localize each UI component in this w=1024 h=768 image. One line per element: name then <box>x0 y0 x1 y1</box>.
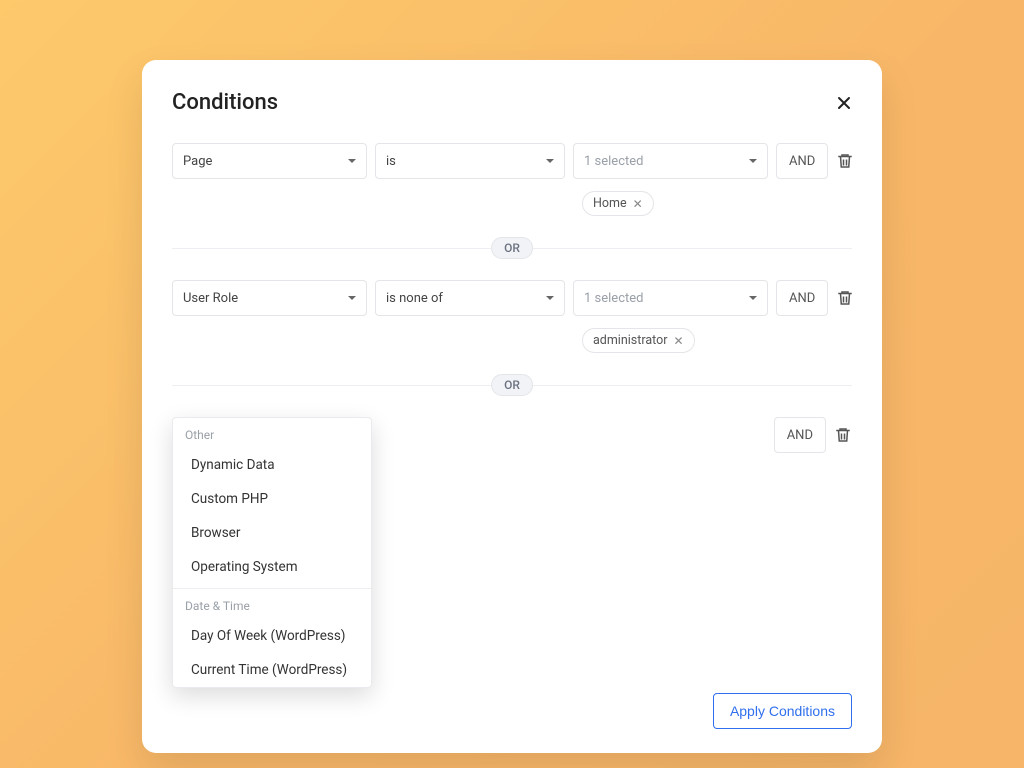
dropdown-item-operating-system[interactable]: Operating System <box>173 550 371 584</box>
field-select-value: User Role <box>183 291 238 306</box>
dropdown-scroll[interactable]: Other Dynamic Data Custom PHP Browser Op… <box>173 418 371 687</box>
field-select[interactable]: Page <box>172 143 367 179</box>
or-divider: OR <box>172 234 852 262</box>
dropdown-group-label: Other <box>173 418 371 448</box>
selected-chips: Home ✕ <box>582 191 852 216</box>
caret-down-icon <box>749 296 757 300</box>
dropdown-item-custom-php[interactable]: Custom PHP <box>173 482 371 516</box>
chip-remove-icon[interactable]: ✕ <box>633 198 643 210</box>
and-button-label: AND <box>787 428 813 443</box>
caret-down-icon <box>546 159 554 163</box>
caret-down-icon <box>348 159 356 163</box>
and-button[interactable]: AND <box>776 280 828 316</box>
chip-home: Home ✕ <box>582 191 654 216</box>
condition-row-2: User Role is none of 1 selected AND <box>172 280 852 316</box>
field-select-value: Page <box>183 154 212 169</box>
caret-down-icon <box>348 296 356 300</box>
chip-admin: administrator ✕ <box>582 328 695 353</box>
dropdown-item-day-of-week[interactable]: Day Of Week (WordPress) <box>173 619 371 653</box>
and-button-label: AND <box>789 291 815 306</box>
chip-remove-icon[interactable]: ✕ <box>673 335 683 347</box>
condition-row-3: Other Dynamic Data Custom PHP Browser Op… <box>172 417 852 453</box>
chip-label: Home <box>593 196 627 211</box>
and-button-label: AND <box>789 154 815 169</box>
modal-title: Conditions <box>172 90 278 115</box>
apply-conditions-button[interactable]: Apply Conditions <box>713 693 852 729</box>
value-select-placeholder: 1 selected <box>584 154 643 169</box>
operator-select-value: is <box>386 154 396 169</box>
or-pill: OR <box>491 237 533 259</box>
modal-header: Conditions <box>172 90 852 115</box>
selected-chips: administrator ✕ <box>582 328 852 353</box>
delete-row-button[interactable] <box>834 426 852 444</box>
and-button[interactable]: AND <box>774 417 826 453</box>
dropdown-item-current-time[interactable]: Current Time (WordPress) <box>173 653 371 687</box>
delete-row-button[interactable] <box>836 289 854 307</box>
operator-select-value: is none of <box>386 291 443 306</box>
field-dropdown: Other Dynamic Data Custom PHP Browser Op… <box>172 417 372 688</box>
conditions-modal: Conditions Page is 1 selected AND Home ✕ <box>142 60 882 753</box>
dropdown-group-label: Date & Time <box>173 589 371 619</box>
modal-footer: Apply Conditions <box>172 693 852 729</box>
operator-select[interactable]: is none of <box>375 280 565 316</box>
value-select[interactable]: 1 selected <box>573 280 768 316</box>
dropdown-item-browser[interactable]: Browser <box>173 516 371 550</box>
close-icon[interactable] <box>836 95 852 111</box>
value-select-placeholder: 1 selected <box>584 291 643 306</box>
dropdown-item-dynamic-data[interactable]: Dynamic Data <box>173 448 371 482</box>
condition-row-1: Page is 1 selected AND <box>172 143 852 179</box>
or-pill: OR <box>491 374 533 396</box>
chip-label: administrator <box>593 333 667 348</box>
field-select[interactable]: User Role <box>172 280 367 316</box>
caret-down-icon <box>749 159 757 163</box>
delete-row-button[interactable] <box>836 152 854 170</box>
value-select[interactable]: 1 selected <box>573 143 768 179</box>
operator-select[interactable]: is <box>375 143 565 179</box>
caret-down-icon <box>546 296 554 300</box>
and-button[interactable]: AND <box>776 143 828 179</box>
or-divider: OR <box>172 371 852 399</box>
